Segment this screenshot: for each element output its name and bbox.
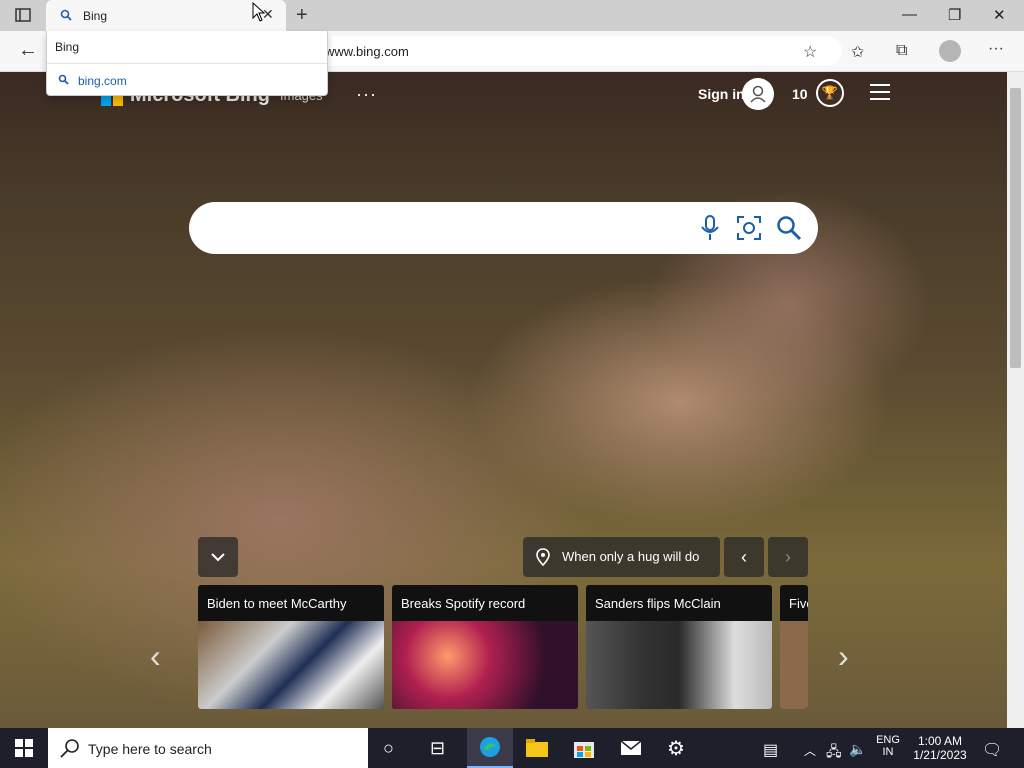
new-tab-button[interactable]: + [296, 4, 308, 27]
collections-icon[interactable]: ⧉ [896, 42, 907, 60]
previous-image-button[interactable]: ‹ [724, 537, 764, 577]
notification-icon[interactable]: 🗨 [982, 740, 1002, 760]
collapse-feed-button[interactable] [198, 537, 238, 577]
add-favorite-icon[interactable]: ☆ [803, 42, 817, 62]
tab-title: Bing [83, 9, 108, 23]
search-submit-icon[interactable] [776, 215, 802, 246]
rewards-trophy-icon[interactable]: 🏆 [816, 79, 844, 107]
profile-avatar[interactable] [939, 40, 961, 62]
news-card-image [586, 621, 772, 709]
more-options-icon[interactable]: ··· [988, 40, 1004, 58]
language-code: ENG [876, 734, 900, 746]
divider [47, 63, 327, 64]
back-button[interactable]: ← [18, 39, 38, 62]
microsoft-store-icon[interactable] [573, 737, 595, 764]
next-image-button[interactable]: › [768, 537, 808, 577]
file-explorer-icon[interactable] [526, 739, 548, 762]
bing-search-input[interactable] [189, 202, 818, 254]
news-card-image [392, 621, 578, 709]
address-suggestions-dropdown: Bing bing.com [46, 31, 328, 96]
news-card[interactable]: Biden to meet McCarthy [198, 585, 384, 709]
news-card-title: Biden to meet McCarthy [207, 596, 347, 611]
scrollbar-thumb[interactable] [1010, 88, 1021, 368]
favorites-icon[interactable]: ✩ [851, 42, 864, 62]
close-window-button[interactable]: ✕ [993, 6, 1006, 24]
sign-in-link[interactable]: Sign in [698, 86, 745, 102]
tab-actions-icon[interactable] [14, 6, 32, 24]
settings-gear-icon[interactable]: ⚙ [667, 736, 685, 761]
news-widget-icon[interactable]: ▤ [763, 740, 778, 760]
carousel-next-icon[interactable]: › [838, 638, 849, 675]
task-view-icon[interactable]: ⊟ [430, 738, 445, 759]
network-icon[interactable]: 🖧 [826, 741, 842, 765]
news-card[interactable]: Breaks Spotify record [392, 585, 578, 709]
news-card[interactable]: Five [780, 585, 808, 709]
rewards-count[interactable]: 10 [792, 86, 808, 102]
location-pin-icon [536, 548, 550, 569]
search-icon [60, 8, 72, 26]
carousel-prev-icon[interactable]: ‹ [150, 638, 161, 675]
search-icon [58, 74, 69, 88]
tab-bing[interactable]: Bing ✕ [46, 0, 286, 31]
clock-date: 1/21/2023 [913, 748, 967, 762]
region-code: IN [882, 746, 894, 758]
mail-icon[interactable] [620, 739, 642, 762]
clock[interactable]: 1:00 AM 1/21/2023 [908, 734, 972, 762]
news-card-image [780, 621, 808, 709]
volume-muted-icon[interactable]: 🔈 [849, 741, 866, 758]
address-text: www.bing.com [325, 44, 409, 59]
visual-search-icon[interactable] [736, 215, 762, 246]
more-menu-icon[interactable]: ··· [356, 84, 377, 105]
suggestion-item[interactable]: bing.com [78, 74, 127, 88]
microphone-icon[interactable] [700, 215, 720, 246]
dropdown-query: Bing [55, 40, 80, 54]
user-avatar-icon[interactable] [742, 78, 774, 110]
image-info-button[interactable]: When only a hug will do [523, 537, 720, 577]
clock-time: 1:00 AM [917, 734, 963, 748]
news-card-title: Sanders flips McClain [595, 596, 721, 611]
taskbar-search-placeholder: Type here to search [88, 741, 212, 757]
news-card-title: Breaks Spotify record [401, 596, 526, 611]
minimize-button[interactable]: — [902, 6, 917, 23]
mouse-cursor-icon [252, 1, 266, 27]
hamburger-menu-icon[interactable] [870, 84, 890, 105]
news-card-title: Five [789, 596, 808, 611]
windows-start-icon[interactable] [15, 739, 33, 762]
cortana-icon[interactable]: ○ [383, 738, 394, 759]
edge-taskbar-icon[interactable] [467, 728, 513, 768]
image-caption: When only a hug will do [562, 549, 700, 564]
show-hidden-icons-icon[interactable]: ︿ [804, 742, 816, 759]
restore-button[interactable]: ❐ [948, 6, 961, 24]
news-card[interactable]: Sanders flips McClain [586, 585, 772, 709]
language-indicator[interactable]: ENG IN [873, 734, 903, 758]
taskbar-search-icon [60, 738, 80, 763]
news-card-image [198, 621, 384, 709]
